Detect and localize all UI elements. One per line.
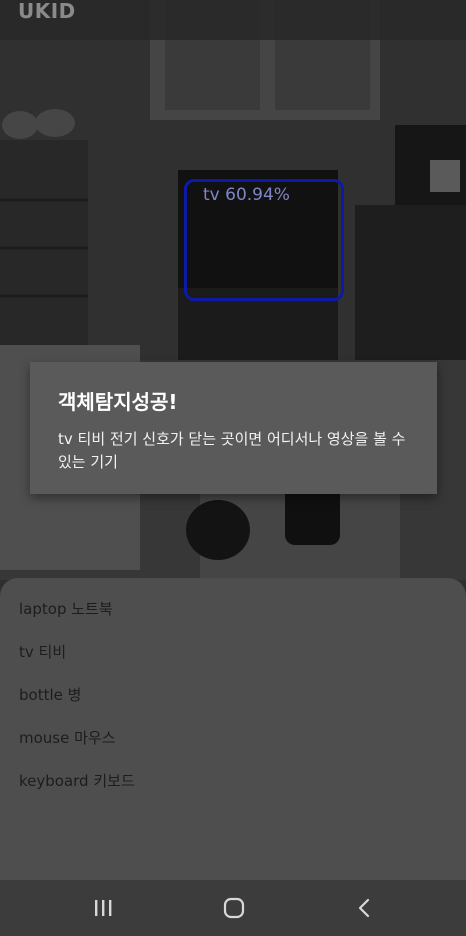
recent-apps-button[interactable] [73,888,133,928]
list-item[interactable]: tv 티비 [19,638,66,666]
list-item[interactable]: mouse 마우스 [19,724,116,752]
back-icon [358,898,370,918]
home-icon [223,897,245,919]
dialog-message: tv 티비 전기 신호가 닫는 곳이면 어디서나 영상을 볼 수 있는 기기 [58,430,406,471]
dialog-title: 객체탐지성공! [58,390,178,414]
recent-apps-icon [95,900,112,916]
list-item[interactable]: laptop 노트북 [19,595,113,623]
list-item[interactable]: bottle 병 [19,681,81,709]
system-navigation-bar [0,880,466,936]
app-title: UKID [18,0,76,23]
detection-box: tv 60.94% [184,179,344,301]
home-button[interactable] [204,888,264,928]
detected-objects-sheet: laptop 노트북 tv 티비 bottle 병 mouse 마우스 keyb… [0,578,466,880]
list-item[interactable]: keyboard 키보드 [19,767,135,795]
back-button[interactable] [335,888,395,928]
detection-dialog[interactable]: 객체탐지성공! tv 티비 전기 신호가 닫는 곳이면 어디서나 영상을 볼 수… [30,362,437,494]
detection-label: tv 60.94% [203,185,290,205]
app-bar: UKID [0,0,466,40]
